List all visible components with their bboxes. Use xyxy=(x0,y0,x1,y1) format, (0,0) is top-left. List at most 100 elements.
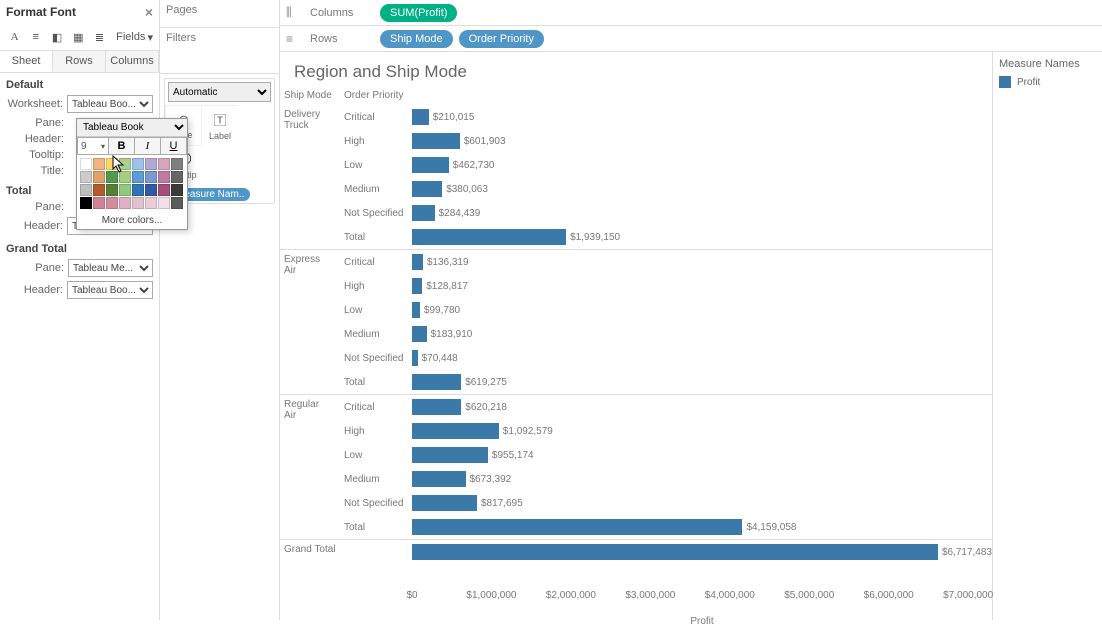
color-swatch[interactable] xyxy=(93,184,105,196)
bar-value-label: $817,695 xyxy=(481,498,523,509)
color-swatch[interactable] xyxy=(106,197,118,209)
color-swatch[interactable] xyxy=(145,197,157,209)
bar[interactable] xyxy=(412,374,461,390)
color-swatch[interactable] xyxy=(171,171,183,183)
bar-value-label: $183,910 xyxy=(431,329,473,340)
bar[interactable] xyxy=(412,278,422,294)
pill-sum-profit[interactable]: SUM(Profit) xyxy=(380,4,457,22)
row-label: Medium xyxy=(340,329,412,340)
color-swatch[interactable] xyxy=(132,158,144,170)
bar[interactable] xyxy=(412,254,423,270)
tab-columns[interactable]: Columns xyxy=(106,51,159,72)
filters-shelf[interactable]: Filters xyxy=(160,28,279,74)
color-swatch[interactable] xyxy=(145,158,157,170)
pill-order-priority[interactable]: Order Priority xyxy=(459,30,544,48)
bar[interactable] xyxy=(412,181,442,197)
bar[interactable] xyxy=(412,471,466,487)
bar[interactable] xyxy=(412,447,488,463)
bar[interactable] xyxy=(412,495,477,511)
bar[interactable] xyxy=(412,544,938,560)
bar[interactable] xyxy=(412,157,449,173)
bar-row: Not Specified $817,695 xyxy=(340,491,992,515)
axis-tick: $7,000,000 xyxy=(943,590,993,601)
bar[interactable] xyxy=(412,350,418,366)
more-colors-link[interactable]: More colors... xyxy=(77,212,187,229)
grand-header-font-select[interactable]: Tableau Boo... xyxy=(67,281,153,299)
chart-group: ExpressAir Critical $136,319 High $128,8… xyxy=(280,249,992,394)
color-swatch[interactable] xyxy=(80,158,92,170)
color-swatch[interactable] xyxy=(132,184,144,196)
font-dropdown-popup: Tableau Book 9▾ B I U More colors... xyxy=(76,118,188,230)
color-swatch[interactable] xyxy=(132,197,144,209)
grand-pane-font-select[interactable]: Tableau Me... xyxy=(68,259,153,277)
caret-down-icon: ▾ xyxy=(101,142,105,151)
color-swatch[interactable] xyxy=(93,171,105,183)
bar[interactable] xyxy=(412,205,435,221)
color-swatch[interactable] xyxy=(145,171,157,183)
legend-panel: Measure Names Profit xyxy=(992,52,1102,620)
label-pane: Pane: xyxy=(6,117,64,129)
italic-button[interactable]: I xyxy=(135,137,161,155)
color-swatch[interactable] xyxy=(106,171,118,183)
color-swatch[interactable] xyxy=(145,184,157,196)
bold-button[interactable]: B xyxy=(109,137,135,155)
color-swatch[interactable] xyxy=(171,184,183,196)
color-swatch[interactable] xyxy=(80,197,92,209)
color-swatch[interactable] xyxy=(119,171,131,183)
bar[interactable] xyxy=(412,109,429,125)
format-shading-icon[interactable]: ◧ xyxy=(48,28,65,46)
format-align-icon[interactable]: ≡ xyxy=(27,28,44,46)
pages-shelf[interactable]: Pages xyxy=(160,0,279,28)
color-swatch[interactable] xyxy=(158,184,170,196)
tab-rows[interactable]: Rows xyxy=(53,51,106,72)
worksheet-font-select[interactable]: Tableau Boo... xyxy=(67,95,153,113)
color-swatch[interactable] xyxy=(80,184,92,196)
format-lines-icon[interactable]: ≣ xyxy=(91,28,108,46)
color-swatch[interactable] xyxy=(171,158,183,170)
bar[interactable] xyxy=(412,423,499,439)
color-swatch[interactable] xyxy=(106,158,118,170)
bar[interactable] xyxy=(412,519,742,535)
bar[interactable] xyxy=(412,399,461,415)
row-label: Not Specified xyxy=(340,353,412,364)
tab-sheet[interactable]: Sheet xyxy=(0,51,53,72)
bar[interactable] xyxy=(412,326,427,342)
color-swatch[interactable] xyxy=(158,158,170,170)
row-label: Medium xyxy=(340,184,412,195)
format-font-panel: Format Font × A ≡ ◧ ▦ ≣ Fields ▾ Sheet R… xyxy=(0,0,160,620)
color-swatch[interactable] xyxy=(132,171,144,183)
bar-value-label: $380,063 xyxy=(446,184,488,195)
close-icon[interactable]: × xyxy=(145,4,153,20)
color-swatch[interactable] xyxy=(119,158,131,170)
color-swatch[interactable] xyxy=(119,197,131,209)
bar-value-label: $210,015 xyxy=(433,112,475,123)
bar[interactable] xyxy=(412,133,460,149)
mark-type-select[interactable]: Automatic xyxy=(168,82,271,102)
chart-title[interactable]: Region and Ship Mode xyxy=(280,52,992,88)
pill-ship-mode[interactable]: Ship Mode xyxy=(380,30,453,48)
color-swatch[interactable] xyxy=(158,171,170,183)
color-swatch[interactable] xyxy=(80,171,92,183)
underline-button[interactable]: U xyxy=(161,137,187,155)
font-size-input[interactable]: 9▾ xyxy=(77,137,109,155)
bar[interactable] xyxy=(412,302,420,318)
fields-dropdown[interactable]: Fields ▾ xyxy=(116,31,153,44)
format-font-icon[interactable]: A xyxy=(6,28,23,46)
bar[interactable] xyxy=(412,229,566,245)
format-borders-icon[interactable]: ▦ xyxy=(70,28,87,46)
color-swatch[interactable] xyxy=(93,197,105,209)
color-swatch[interactable] xyxy=(171,197,183,209)
color-swatch[interactable] xyxy=(93,158,105,170)
color-swatch[interactable] xyxy=(106,184,118,196)
legend-item-profit[interactable]: Profit xyxy=(999,76,1096,88)
bar-row: Critical $136,319 xyxy=(340,250,992,274)
font-family-select[interactable]: Tableau Book xyxy=(77,119,187,136)
group-name: RegularAir xyxy=(280,395,340,539)
color-swatch[interactable] xyxy=(119,184,131,196)
axis-tick: $0 xyxy=(406,590,417,601)
marks-label[interactable]: 🅃Label xyxy=(201,105,237,145)
color-swatch[interactable] xyxy=(158,197,170,209)
chart-group: DeliveryTruck Critical $210,015 High $60… xyxy=(280,105,992,249)
columns-shelf[interactable]: ⫼ Columns SUM(Profit) xyxy=(280,0,1102,26)
rows-shelf[interactable]: ≡ Rows Ship Mode Order Priority xyxy=(280,26,1102,52)
